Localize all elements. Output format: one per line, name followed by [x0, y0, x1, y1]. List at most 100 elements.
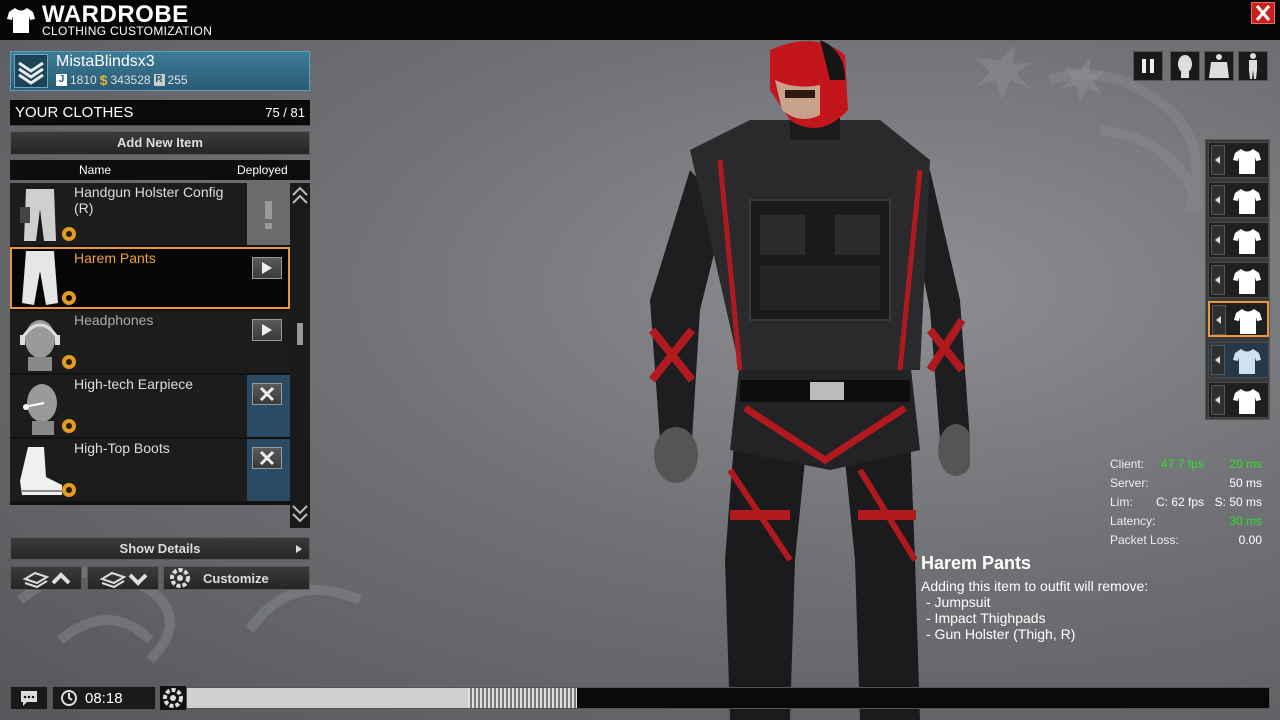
layers-down-icon: [99, 571, 148, 589]
progress-fill: [187, 688, 468, 708]
harem-pants-thumbnail: [22, 251, 58, 305]
show-details-button[interactable]: Show Details: [10, 537, 310, 560]
list-column-header: Name Deployed: [10, 160, 310, 180]
view-head-button[interactable]: [1170, 51, 1200, 81]
close-button[interactable]: [1251, 2, 1275, 24]
joules-icon: J: [56, 74, 67, 86]
info-remove-item: - Impact Thighpads: [926, 610, 1046, 626]
slot-expand-arrow[interactable]: [1212, 305, 1226, 335]
slot-expand-arrow[interactable]: [1211, 385, 1225, 415]
move-up-button[interactable]: [10, 566, 82, 590]
deploy-button[interactable]: [252, 319, 282, 341]
list-item[interactable]: High-tech Earpiece: [10, 375, 290, 437]
chat-icon: [21, 691, 37, 706]
gear-icon: [170, 568, 190, 588]
add-new-item-button[interactable]: Add New Item: [10, 131, 310, 155]
slot-expand-arrow[interactable]: [1211, 265, 1225, 295]
deployed-cell: [247, 439, 290, 501]
network-stats: Client: 47.7 fps 20 ms Server: 50 ms Lim…: [1106, 455, 1266, 550]
outfit-slot-5-active[interactable]: [1208, 301, 1269, 337]
clock: 08:18: [52, 686, 156, 710]
customize-button[interactable]: Customize: [163, 566, 310, 590]
pause-icon: [1142, 59, 1154, 73]
torso-icon: [1209, 54, 1229, 78]
scroll-thumb: [297, 323, 303, 345]
arrow-right-icon: [262, 324, 272, 336]
info-remove-item: - Jumpsuit: [926, 594, 991, 610]
close-icon: [1255, 5, 1271, 21]
rating-value: 255: [167, 73, 188, 87]
shirt-icon: [1233, 269, 1261, 294]
chevron-left-icon: [1215, 396, 1220, 404]
customize-label: Customize: [203, 571, 269, 586]
item-name: Harem Pants: [74, 250, 156, 266]
clothes-list: Handgun Holster Config (R) Harem Pants H…: [10, 183, 290, 505]
head-icon: [1178, 55, 1192, 78]
list-actions: Customize: [10, 566, 310, 590]
gear-icon: [163, 688, 183, 708]
list-item[interactable]: High-Top Boots: [10, 439, 290, 501]
bottom-bar: 08:18: [0, 683, 1280, 713]
move-down-button[interactable]: [87, 566, 159, 590]
shirt-icon: [1233, 229, 1261, 254]
joules-value: 1810: [70, 73, 97, 87]
your-clothes-title: YOUR CLOTHES: [15, 104, 134, 121]
currency-stats: J 1810 $ 343528 R 255: [56, 72, 188, 88]
remove-button[interactable]: [252, 383, 282, 405]
outfit-slot-3[interactable]: [1208, 222, 1269, 258]
deployed-cell: [247, 311, 290, 373]
column-deployed[interactable]: Deployed: [237, 163, 288, 177]
layers-up-icon: [22, 571, 71, 589]
shirt-icon: [1233, 149, 1261, 174]
gear-icon: [62, 355, 76, 369]
list-item-selected[interactable]: Harem Pants: [10, 247, 290, 309]
gear-icon: [62, 291, 76, 305]
gear-icon: [62, 227, 76, 241]
arrow-right-icon: [262, 262, 272, 274]
holster-pants-thumbnail: [20, 189, 56, 241]
stat-latency: Latency: 30 ms: [1110, 514, 1262, 528]
list-scrollbar[interactable]: [290, 183, 310, 528]
shirt-icon: [7, 8, 35, 33]
slot-expand-arrow[interactable]: [1211, 225, 1225, 255]
earpiece-thumbnail: [23, 384, 57, 435]
clothes-count: 75 / 81: [265, 105, 305, 120]
outfit-slot-6[interactable]: [1208, 342, 1269, 378]
slot-expand-arrow[interactable]: [1211, 145, 1225, 175]
chevron-left-icon: [1215, 356, 1220, 364]
username: MistaBlindsx3: [56, 53, 155, 70]
remove-button[interactable]: [252, 447, 282, 469]
chat-button[interactable]: [10, 686, 48, 710]
stat-server: Server: 50 ms: [1110, 476, 1262, 490]
outfit-slot-4[interactable]: [1208, 262, 1269, 298]
info-text: Adding this item to outfit will remove:: [921, 578, 1149, 594]
column-name[interactable]: Name: [79, 163, 111, 177]
gear-icon: [62, 483, 76, 497]
deploy-button[interactable]: [252, 257, 282, 279]
boots-thumbnail: [20, 447, 62, 495]
slot-expand-arrow[interactable]: [1211, 345, 1225, 375]
outfit-slot-1[interactable]: [1208, 142, 1269, 178]
view-torso-button[interactable]: [1204, 51, 1234, 81]
pause-button[interactable]: [1133, 51, 1163, 81]
rank-emblem-icon: [14, 54, 48, 88]
shirt-icon: [1233, 349, 1261, 374]
slot-expand-arrow[interactable]: [1211, 185, 1225, 215]
title-bar: WARDROBE CLOTHING CUSTOMIZATION: [0, 0, 1280, 40]
your-clothes-header: YOUR CLOTHES 75 / 81: [10, 100, 310, 126]
outfit-slot-7[interactable]: [1208, 382, 1269, 418]
stat-packet-loss: Packet Loss: 0.00: [1110, 533, 1262, 547]
show-details-label: Show Details: [119, 541, 201, 556]
chevron-left-icon: [1215, 276, 1220, 284]
view-body-button[interactable]: [1238, 51, 1268, 81]
info-title: Harem Pants: [921, 553, 1032, 573]
item-name: High-Top Boots: [74, 440, 170, 456]
outfit-slot-2[interactable]: [1208, 182, 1269, 218]
gear-icon: [62, 419, 76, 433]
rating-icon: R: [153, 74, 165, 86]
list-item[interactable]: Headphones: [10, 311, 290, 373]
list-item[interactable]: Handgun Holster Config (R): [10, 183, 290, 245]
stat-client: Client: 47.7 fps 20 ms: [1110, 457, 1262, 471]
deployed-cell: [247, 375, 290, 437]
settings-button[interactable]: [160, 686, 186, 710]
